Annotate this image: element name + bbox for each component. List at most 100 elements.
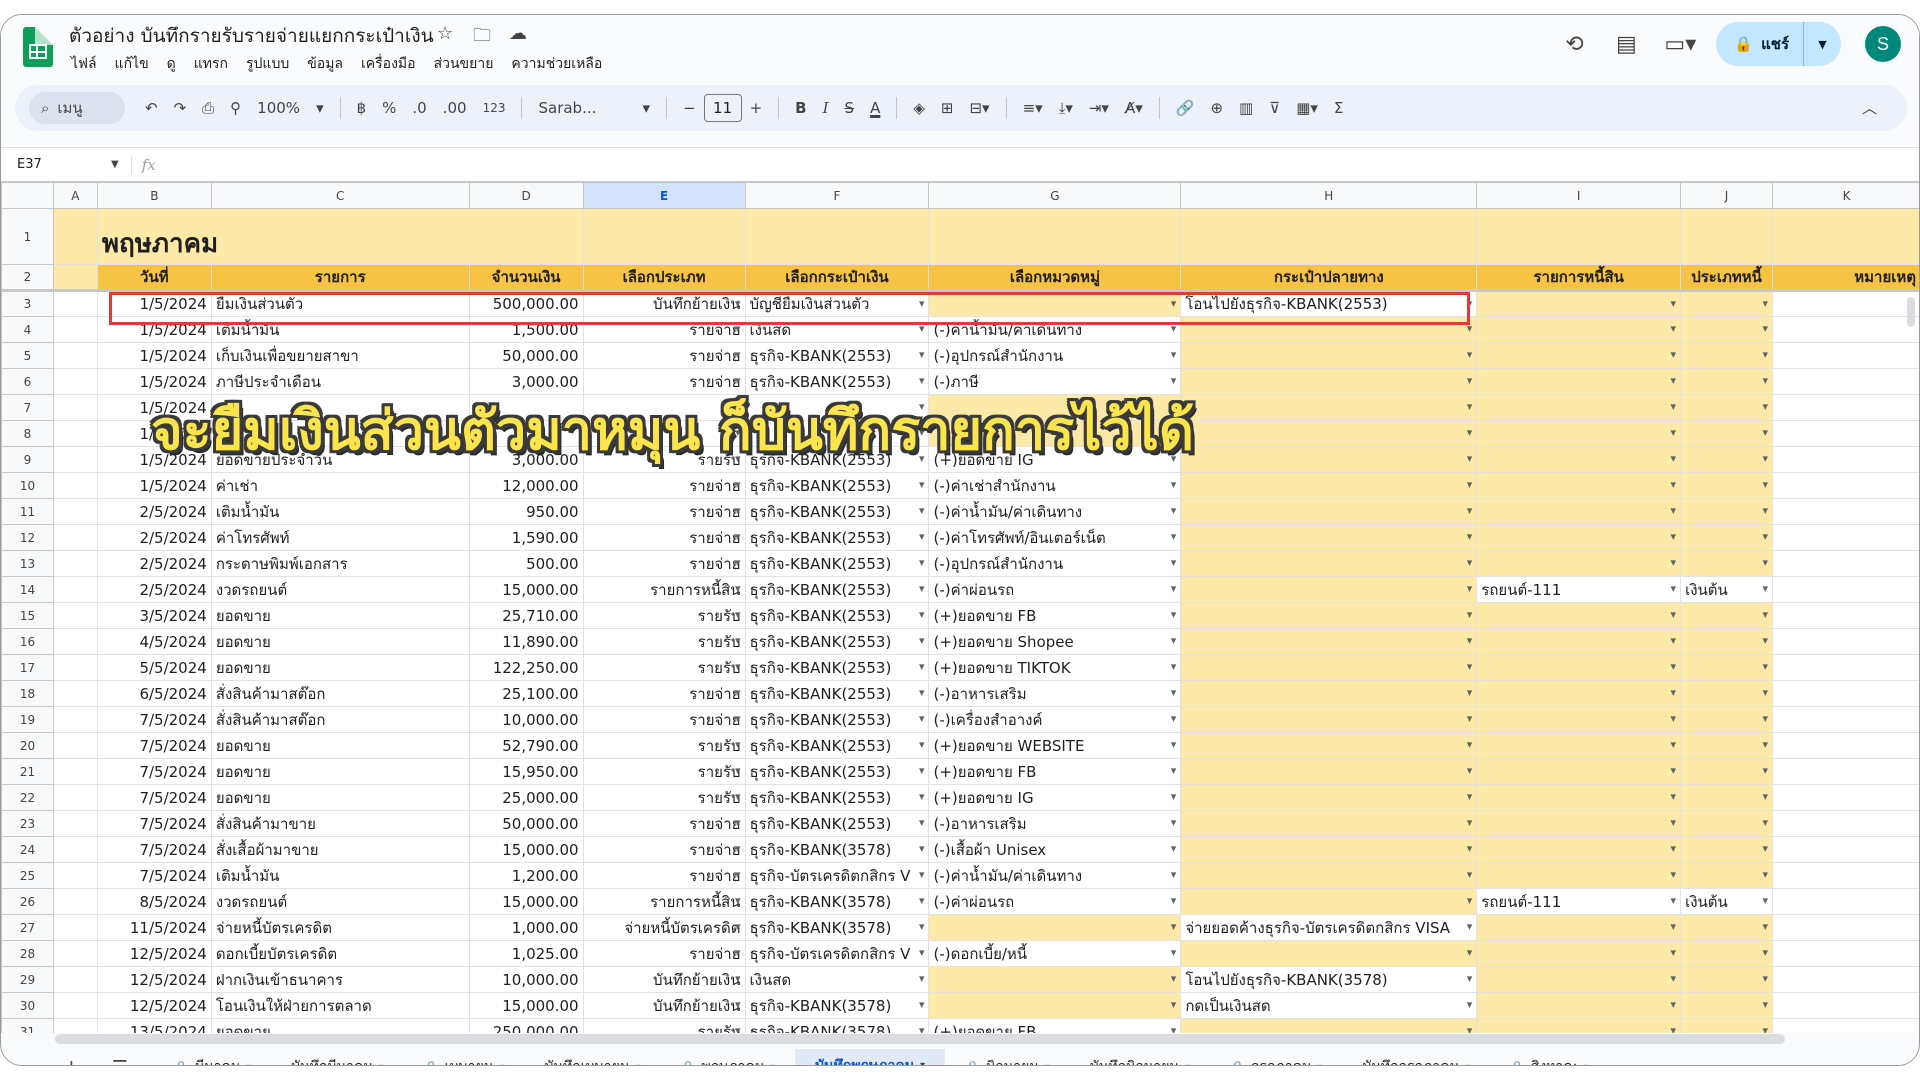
currency-format-button[interactable]: ฿	[357, 99, 367, 117]
cell-debt-dropdown[interactable]	[1476, 1018, 1682, 1033]
vertical-align-icon[interactable]: ⤓▾	[1059, 99, 1073, 117]
cell-category-dropdown[interactable]: (-)ค่าเช่าสำนักงาน	[928, 472, 1182, 499]
cell-date[interactable]: 3/5/2024	[96, 602, 212, 629]
menu-search[interactable]: ⌕ เมนู	[29, 92, 125, 124]
cell-date[interactable]: 4/5/2024	[96, 628, 212, 655]
cell-date[interactable]: 13/5/2024	[96, 1018, 212, 1033]
cell[interactable]	[52, 628, 98, 655]
row-header[interactable]: 14	[1, 576, 54, 603]
star-icon[interactable]: ☆	[437, 23, 453, 44]
cell-amount[interactable]: 52,790.00	[468, 732, 584, 759]
cell[interactable]	[744, 208, 930, 265]
cell-debt-dropdown[interactable]	[1476, 862, 1682, 889]
cell-note[interactable]	[1772, 732, 1919, 759]
cell-category-dropdown[interactable]: (+)ยอดขาย WEBSITE	[928, 732, 1182, 759]
cell-date[interactable]: 2/5/2024	[96, 550, 212, 577]
sheet-tab[interactable]: 🔒 เมษายน ▾	[404, 1049, 525, 1066]
cell-category-dropdown[interactable]: (-)ค่าผ่อนรถ	[928, 888, 1182, 915]
menu-format[interactable]: รูปแบบ	[244, 51, 291, 77]
cell-note[interactable]	[1772, 914, 1919, 941]
cell-debt-dropdown[interactable]	[1476, 628, 1682, 655]
cell-debt-type-dropdown[interactable]	[1680, 342, 1774, 369]
cell-type-dropdown[interactable]: รายจ่าย	[582, 550, 746, 577]
cell-destination-dropdown[interactable]	[1180, 368, 1478, 395]
percent-format-button[interactable]: %	[382, 99, 396, 117]
bold-button[interactable]: B	[795, 99, 806, 117]
row-header[interactable]: 7	[1, 394, 54, 421]
cell[interactable]	[52, 368, 98, 395]
sheet-tab[interactable]: บันทึกพฤษภาคม ▾	[795, 1049, 945, 1065]
cell-destination-dropdown[interactable]	[1180, 550, 1478, 577]
cell-category-dropdown[interactable]: (+)ยอดขาย FB	[928, 1018, 1182, 1033]
cell-wallet-dropdown[interactable]: ธุรกิจ-KBANK(2553)	[744, 550, 930, 577]
cell-type-dropdown[interactable]: จ่ายหนี้บัตรเครดิต	[582, 914, 746, 941]
column-header-c[interactable]: C	[210, 182, 470, 209]
column-header-k[interactable]: K	[1772, 182, 1919, 209]
cell-category-dropdown[interactable]: (-)อาหารเสริม	[928, 810, 1182, 837]
cell-amount[interactable]: 1,025.00	[468, 940, 584, 967]
tab-chevron-down-icon[interactable]: ▾	[636, 1062, 641, 1066]
cell-destination-dropdown[interactable]	[1180, 316, 1478, 343]
cell-type-dropdown[interactable]: รายจ่าย	[582, 680, 746, 707]
cell-item[interactable]: สั่งสินค้ามาสต๊อก	[210, 706, 470, 733]
cell-debt-dropdown[interactable]	[1476, 810, 1682, 837]
sheet-tab[interactable]: 🔒 มีนาคม ▾	[154, 1049, 271, 1065]
cell-type-dropdown[interactable]: รายรับ	[582, 1018, 746, 1033]
cell-date[interactable]: 2/5/2024	[96, 576, 212, 603]
cell-debt-type-dropdown[interactable]	[1680, 732, 1774, 759]
header-type[interactable]: เลือกประเภท	[582, 264, 746, 292]
menu-insert[interactable]: แทรก	[192, 51, 230, 77]
cell-destination-dropdown[interactable]	[1180, 784, 1478, 811]
fill-color-icon[interactable]: ◈	[913, 99, 925, 117]
sheet-tab[interactable]: 🔒 กรกฎาคม ▾	[1210, 1049, 1342, 1065]
cell-destination-dropdown[interactable]	[1180, 654, 1478, 681]
collapse-toolbar-chevron-up-icon[interactable]: ︿	[1862, 97, 1877, 118]
cell-type-dropdown[interactable]: รายจ่าย	[582, 862, 746, 889]
cell-debt-type-dropdown[interactable]	[1680, 784, 1774, 811]
row-header[interactable]: 20	[1, 732, 54, 759]
cell-destination-dropdown[interactable]	[1180, 446, 1478, 473]
cell-note[interactable]	[1772, 420, 1919, 447]
strikethrough-button[interactable]: S	[845, 99, 855, 117]
cell-date[interactable]: 7/5/2024	[96, 706, 212, 733]
row-header[interactable]: 13	[1, 550, 54, 577]
cell-destination-dropdown[interactable]	[1180, 1018, 1478, 1033]
cell[interactable]	[52, 810, 98, 837]
tab-chevron-down-icon[interactable]: ▾	[499, 1062, 504, 1066]
column-header-e[interactable]: E	[582, 182, 746, 209]
cell[interactable]	[1180, 208, 1478, 265]
column-header-h[interactable]: H	[1180, 182, 1478, 209]
menu-view[interactable]: ดู	[165, 51, 178, 77]
cell-date[interactable]: 7/5/2024	[96, 758, 212, 785]
cell-note[interactable]	[1772, 992, 1919, 1019]
cell-debt-dropdown[interactable]	[1476, 758, 1682, 785]
row-header[interactable]: 16	[1, 628, 54, 655]
column-header-g[interactable]: G	[928, 182, 1182, 209]
cell-item[interactable]: ฝากเงินเข้าธนาคาร	[210, 966, 470, 993]
cell-amount[interactable]: 12,000.00	[468, 472, 584, 499]
cell-wallet-dropdown[interactable]: ธุรกิจ-KBANK(2553)	[744, 602, 930, 629]
cell-note[interactable]	[1772, 368, 1919, 395]
cell-destination-dropdown[interactable]	[1180, 498, 1478, 525]
column-header-b[interactable]: B	[96, 182, 212, 209]
cell-debt-type-dropdown[interactable]: เงินต้น	[1680, 576, 1774, 603]
cell[interactable]	[52, 784, 98, 811]
cell-note[interactable]	[1772, 966, 1919, 993]
cell-amount[interactable]: 250,000.00	[468, 1018, 584, 1033]
cell-amount[interactable]: 500.00	[468, 550, 584, 577]
cell-wallet-dropdown[interactable]: ธุรกิจ-KBANK(2553)	[744, 810, 930, 837]
document-title[interactable]: ตัวอย่าง บันทึกรายรับรายจ่ายแยกกระเป๋าเง…	[69, 21, 434, 51]
header-amount[interactable]: จำนวนเงิน	[468, 264, 584, 292]
cell-item[interactable]: ดอกเบี้ยบัตรเครดิต	[210, 940, 470, 967]
cell-wallet-dropdown[interactable]: ธุรกิจ-KBANK(2553)	[744, 680, 930, 707]
cell-debt-dropdown[interactable]	[1476, 992, 1682, 1019]
cell-type-dropdown[interactable]: รายจ่าย	[582, 810, 746, 837]
cell-amount[interactable]: 50,000.00	[468, 810, 584, 837]
cell-note[interactable]	[1772, 290, 1919, 317]
cell-type-dropdown[interactable]: รายรับ	[582, 602, 746, 629]
cell-wallet-dropdown[interactable]: ธุรกิจ-KBANK(2553)	[744, 758, 930, 785]
cell-debt-type-dropdown[interactable]	[1680, 680, 1774, 707]
cell-debt-dropdown[interactable]	[1476, 966, 1682, 993]
cell-item[interactable]: ยืมเงินส่วนตัว	[210, 290, 470, 317]
cell-date[interactable]: 1/5/2024	[96, 472, 212, 499]
